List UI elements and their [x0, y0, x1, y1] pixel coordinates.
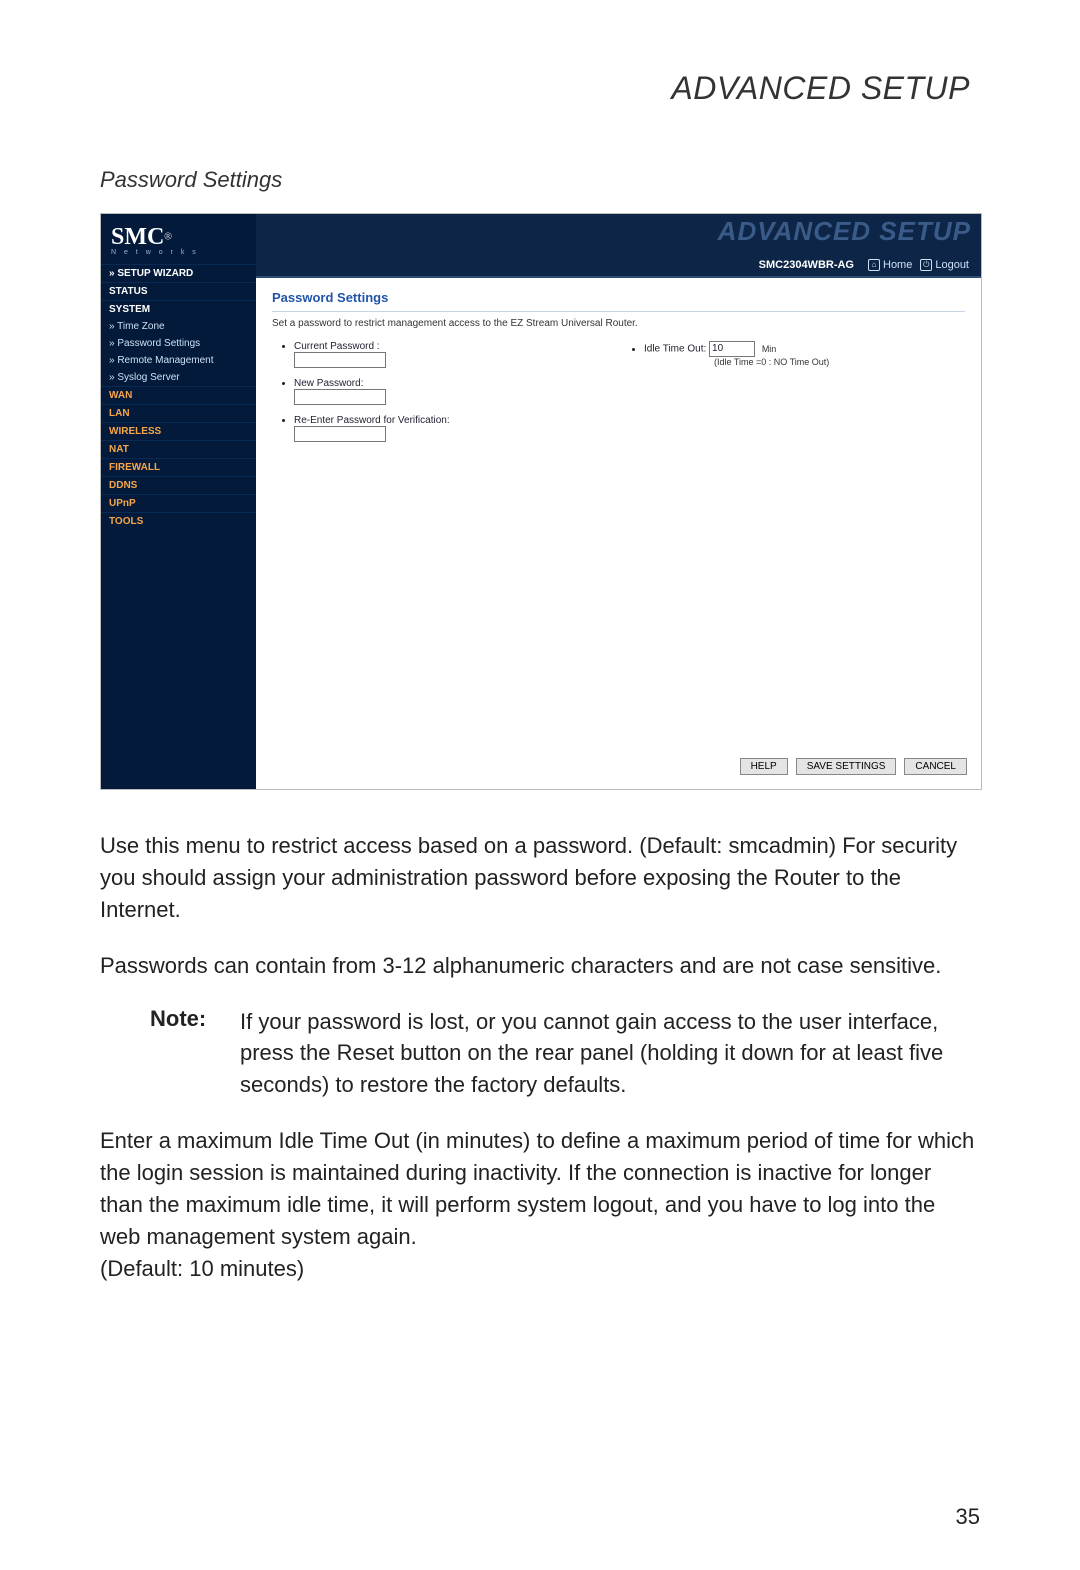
nav-tools[interactable]: TOOLS	[101, 512, 256, 530]
brand-name: SMC	[111, 224, 164, 250]
home-icon: ⌂	[868, 259, 880, 271]
nav-time-zone[interactable]: » Time Zone	[101, 318, 256, 335]
section-title: Password Settings	[100, 167, 980, 193]
page-number: 35	[956, 1504, 980, 1530]
panel-body: Password Settings Set a password to rest…	[256, 278, 981, 789]
paragraph-3: Enter a maximum Idle Time Out (in minute…	[100, 1125, 980, 1284]
brand-sub: N e t w o r k s	[111, 249, 246, 256]
page-header: ADVANCED SETUP	[100, 70, 970, 107]
nav-wireless[interactable]: WIRELESS	[101, 422, 256, 440]
idle-timeout-input[interactable]: 10	[709, 341, 755, 357]
new-password-label: New Password:	[294, 378, 363, 389]
idle-unit: Min	[762, 344, 777, 354]
panel-desc: Set a password to restrict management ac…	[272, 318, 965, 329]
current-password-input[interactable]	[294, 352, 386, 368]
content-header: ADVANCED SETUP SMC2304WBR-AG ⌂ Home ⏻ Lo…	[256, 214, 981, 278]
help-button[interactable]: HELP	[740, 758, 788, 775]
nav-ddns[interactable]: DDNS	[101, 476, 256, 494]
panel-title: Password Settings	[272, 286, 965, 312]
nav-syslog-server[interactable]: » Syslog Server	[101, 369, 256, 386]
nav-upnp[interactable]: UPnP	[101, 494, 256, 512]
idle-timeout-label: Idle Time Out:	[644, 344, 706, 355]
reenter-password-label: Re-Enter Password for Verification:	[294, 415, 450, 426]
logout-link[interactable]: ⏻ Logout	[920, 259, 969, 271]
home-link[interactable]: ⌂ Home	[868, 259, 912, 271]
note-text: If your password is lost, or you cannot …	[240, 1006, 980, 1102]
nav-system[interactable]: SYSTEM	[101, 300, 256, 318]
logout-icon: ⏻	[920, 259, 932, 271]
banner-title: ADVANCED SETUP	[718, 216, 971, 247]
nav-nat[interactable]: NAT	[101, 440, 256, 458]
logout-label: Logout	[935, 259, 969, 271]
nav-setup-wizard[interactable]: » SETUP WIZARD	[101, 264, 256, 282]
note-block: Note: If your password is lost, or you c…	[100, 1006, 980, 1102]
idle-hint: (Idle Time =0 : NO Time Out)	[714, 357, 829, 367]
nav-lan[interactable]: LAN	[101, 404, 256, 422]
paragraph-2: Passwords can contain from 3-12 alphanum…	[100, 950, 980, 982]
sidebar: SMC® N e t w o r k s » SETUP WIZARD STAT…	[101, 214, 256, 789]
new-password-input[interactable]	[294, 389, 386, 405]
nav-remote-management[interactable]: » Remote Management	[101, 352, 256, 369]
model-label: SMC2304WBR-AG	[759, 259, 854, 271]
paragraph-1: Use this menu to restrict access based o…	[100, 830, 980, 926]
save-settings-button[interactable]: SAVE SETTINGS	[796, 758, 897, 775]
nav-password-settings[interactable]: » Password Settings	[101, 335, 256, 352]
cancel-button[interactable]: CANCEL	[904, 758, 967, 775]
brand-logo: SMC® N e t w o r k s	[101, 214, 256, 258]
current-password-label: Current Password :	[294, 341, 380, 352]
nav-status[interactable]: STATUS	[101, 282, 256, 300]
note-label: Note:	[150, 1006, 240, 1102]
sidebar-nav: » SETUP WIZARD STATUS SYSTEM » Time Zone…	[101, 258, 256, 530]
home-label: Home	[883, 259, 912, 271]
router-screenshot: SMC® N e t w o r k s » SETUP WIZARD STAT…	[100, 213, 982, 790]
content-area: ADVANCED SETUP SMC2304WBR-AG ⌂ Home ⏻ Lo…	[256, 214, 981, 789]
reg-mark: ®	[164, 232, 171, 243]
nav-firewall[interactable]: FIREWALL	[101, 458, 256, 476]
nav-wan[interactable]: WAN	[101, 386, 256, 404]
reenter-password-input[interactable]	[294, 426, 386, 442]
